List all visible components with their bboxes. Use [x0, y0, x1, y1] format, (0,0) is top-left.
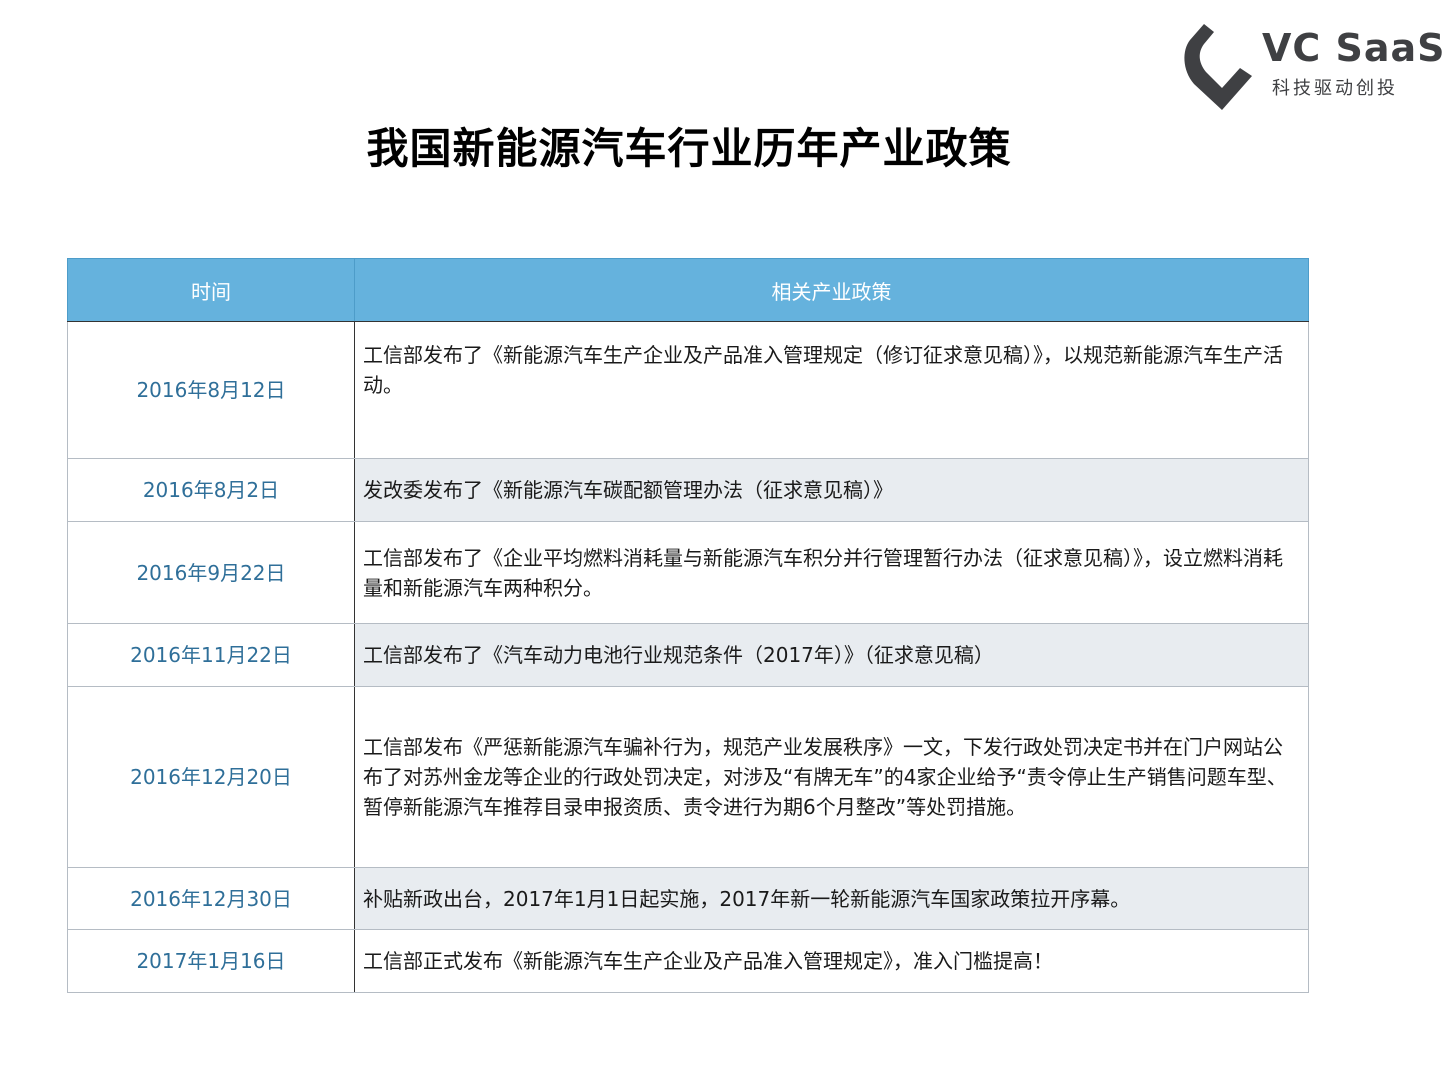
table-row: 2016年12月20日 工信部发布《严惩新能源汽车骗补行为，规范产业发展秩序》一…: [67, 686, 1309, 868]
vc-saas-logo-icon: [1184, 24, 1252, 110]
table-row: 2017年1月16日 工信部正式发布《新能源汽车生产企业及产品准入管理规定》，准…: [67, 929, 1309, 993]
column-header-policy: 相关产业政策: [354, 258, 1309, 322]
row-date: 2016年12月30日: [67, 867, 355, 930]
column-header-date: 时间: [67, 258, 355, 322]
table-row: 2016年8月2日 发改委发布了《新能源汽车碳配额管理办法（征求意见稿）》: [67, 458, 1309, 522]
row-policy: 补贴新政出台，2017年1月1日起实施，2017年新一轮新能源汽车国家政策拉开序…: [354, 867, 1309, 930]
table-row: 2016年9月22日 工信部发布了《企业平均燃料消耗量与新能源汽车积分并行管理暂…: [67, 521, 1309, 624]
row-policy: 工信部正式发布《新能源汽车生产企业及产品准入管理规定》，准入门槛提高！: [354, 929, 1309, 993]
row-policy: 工信部发布了《汽车动力电池行业规范条件（2017年）》（征求意见稿）: [354, 623, 1309, 687]
logo-name: VC SaaS: [1262, 26, 1446, 70]
row-date: 2016年11月22日: [67, 623, 355, 687]
row-date: 2016年9月22日: [67, 521, 355, 624]
table-row: 2016年11月22日 工信部发布了《汽车动力电池行业规范条件（2017年）》（…: [67, 623, 1309, 687]
table-row: 2016年8月12日 工信部发布了《新能源汽车生产企业及产品准入管理规定（修订征…: [67, 321, 1309, 459]
row-date: 2016年12月20日: [67, 686, 355, 868]
brand-logo: VC SaaS 科技驱动创投: [1180, 18, 1445, 113]
page-title: 我国新能源汽车行业历年产业政策: [366, 124, 1012, 173]
policy-table: 时间 相关产业政策 2016年8月12日 工信部发布了《新能源汽车生产企业及产品…: [67, 258, 1309, 993]
row-date: 2017年1月16日: [67, 929, 355, 993]
row-date: 2016年8月2日: [67, 458, 355, 522]
row-policy: 发改委发布了《新能源汽车碳配额管理办法（征求意见稿）》: [354, 458, 1309, 522]
table-header-row: 时间 相关产业政策: [67, 258, 1309, 322]
row-policy: 工信部发布了《企业平均燃料消耗量与新能源汽车积分并行管理暂行办法（征求意见稿）》…: [354, 521, 1309, 624]
logo-tagline: 科技驱动创投: [1272, 78, 1398, 99]
row-policy: 工信部发布了《新能源汽车生产企业及产品准入管理规定（修订征求意见稿）》，以规范新…: [354, 321, 1309, 459]
table-row: 2016年12月30日 补贴新政出台，2017年1月1日起实施，2017年新一轮…: [67, 867, 1309, 930]
row-policy: 工信部发布《严惩新能源汽车骗补行为，规范产业发展秩序》一文，下发行政处罚决定书并…: [354, 686, 1309, 868]
row-date: 2016年8月12日: [67, 321, 355, 459]
